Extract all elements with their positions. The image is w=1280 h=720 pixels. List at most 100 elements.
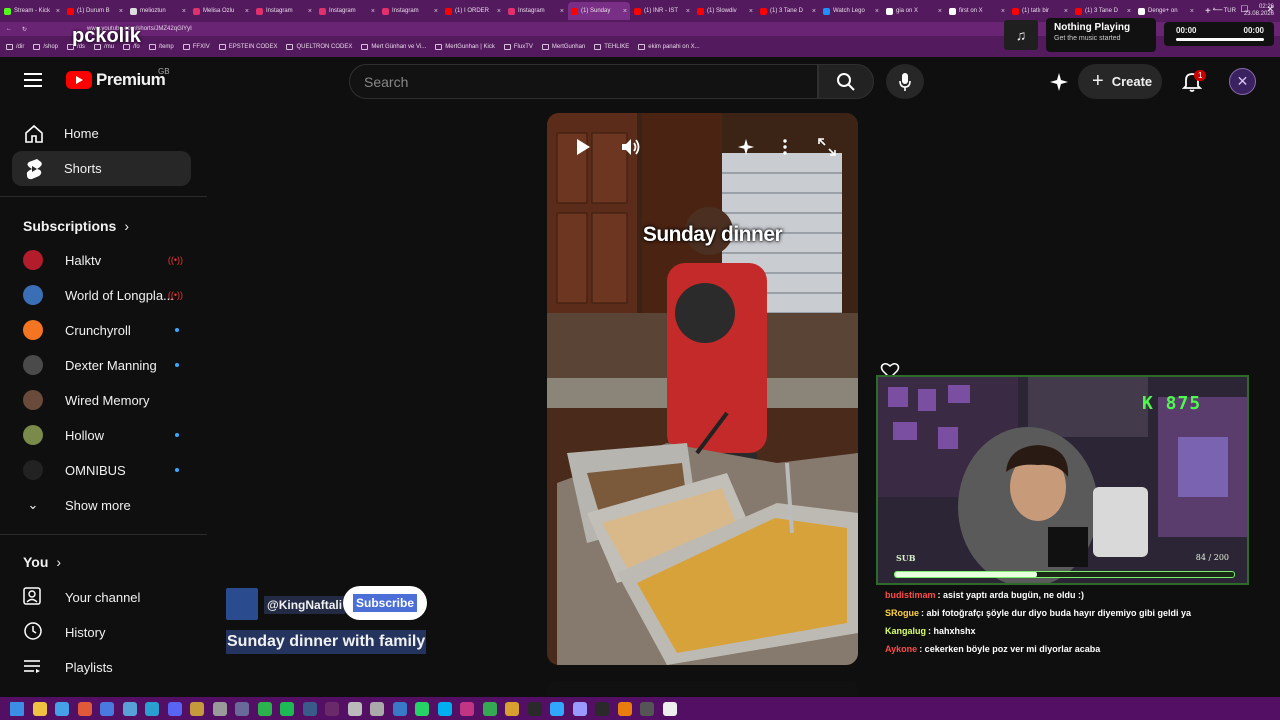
clock-app-icon[interactable] xyxy=(347,701,362,716)
bookmark-item[interactable]: FFXIV xyxy=(182,43,210,50)
browser-tab[interactable]: melioztun × xyxy=(127,2,189,20)
short-title[interactable]: Sunday dinner with family xyxy=(226,630,427,654)
tab-close-icon[interactable]: × xyxy=(119,8,123,15)
sparkle-button[interactable] xyxy=(734,135,758,159)
github-icon[interactable] xyxy=(662,701,677,716)
tab-close-icon[interactable]: × xyxy=(560,8,564,15)
browser-tab[interactable]: Stream - Kick × xyxy=(1,2,63,20)
ffxiv-icon[interactable] xyxy=(190,701,204,716)
account-avatar[interactable]: ✕ xyxy=(1229,68,1256,95)
tab-close-icon[interactable]: × xyxy=(182,8,186,15)
settings-icon[interactable] xyxy=(212,701,227,716)
browser-tab[interactable]: Instagram × xyxy=(253,2,315,20)
blender-icon[interactable] xyxy=(617,701,632,716)
spotify-icon[interactable] xyxy=(280,701,294,716)
tab-close-icon[interactable]: × xyxy=(623,8,627,15)
browser-tab[interactable]: (1) 3 Tane D × xyxy=(757,2,819,20)
bookmark-item[interactable]: EPSTEIN CODEX xyxy=(218,43,277,50)
browser-tab[interactable]: (1) Slowdiv × xyxy=(694,2,756,20)
stream-deck-icon[interactable] xyxy=(595,701,609,716)
paint-icon[interactable] xyxy=(77,701,92,716)
tab-close-icon[interactable]: × xyxy=(56,8,60,15)
sidebar-item-playlists[interactable]: Playlists xyxy=(23,652,193,682)
file-explorer-icon[interactable] xyxy=(32,701,47,716)
bookmark-item[interactable]: QUELTRON CODEX xyxy=(286,43,352,50)
bookmark-item[interactable]: ekim panahi on X... xyxy=(638,43,700,50)
tab-close-icon[interactable]: × xyxy=(875,8,879,15)
obs-icon[interactable] xyxy=(325,701,339,716)
tab-close-icon[interactable]: × xyxy=(812,8,816,15)
tab-close-icon[interactable]: × xyxy=(371,8,375,15)
subscription-item[interactable]: Wired Memory xyxy=(23,385,193,415)
instagram-icon[interactable] xyxy=(460,701,474,716)
windows-logo-icon[interactable] xyxy=(10,701,24,716)
play-button[interactable] xyxy=(571,135,595,159)
discord-icon[interactable] xyxy=(167,701,182,716)
hamburger-menu-icon[interactable] xyxy=(24,73,42,87)
you-heading[interactable]: You › xyxy=(23,554,61,570)
browser-tab[interactable]: (1) Sunday × xyxy=(568,2,630,20)
edge-icon[interactable] xyxy=(145,701,159,716)
bookmark-item[interactable]: FluxTV xyxy=(503,43,533,50)
tab-close-icon[interactable]: × xyxy=(497,8,501,15)
whatsapp-icon[interactable] xyxy=(415,701,429,716)
camera-icon[interactable] xyxy=(640,701,654,716)
browser-tab[interactable]: Instagram × xyxy=(316,2,378,20)
maps-icon[interactable] xyxy=(505,701,519,716)
browser-tab[interactable]: (1) INR - IST × xyxy=(631,2,693,20)
tab-close-icon[interactable]: × xyxy=(245,8,249,15)
subscriptions-heading[interactable]: Subscriptions › xyxy=(23,218,129,234)
audio-app-icon[interactable] xyxy=(370,701,384,716)
tab-close-icon[interactable]: × xyxy=(308,8,312,15)
browser-tab[interactable]: Instagram × xyxy=(505,2,567,20)
show-more-button[interactable]: ⌄ Show more xyxy=(23,490,193,520)
bookmark-item[interactable]: MertGunhan | Kick xyxy=(435,43,495,50)
tab-close-icon[interactable]: × xyxy=(749,8,753,15)
ai-sparkle-button[interactable] xyxy=(1044,68,1074,96)
browser-tab[interactable]: first on X × xyxy=(946,2,1008,20)
tray-language[interactable]: TUR xyxy=(1224,8,1236,14)
reload-icon[interactable]: ↻ xyxy=(22,26,27,33)
steam-icon[interactable] xyxy=(302,701,317,716)
browser-tab[interactable]: (1) Durum B × xyxy=(64,2,126,20)
bookmark-item[interactable]: /shop xyxy=(33,43,58,50)
channel-avatar[interactable] xyxy=(226,588,258,620)
system-clock[interactable]: 02:26 23.08.2026 xyxy=(1244,4,1274,18)
create-button[interactable]: + Create xyxy=(1078,64,1162,99)
sidebar-item-history[interactable]: History xyxy=(23,617,193,647)
premiere-icon[interactable] xyxy=(572,701,587,716)
store-icon[interactable] xyxy=(100,701,114,716)
subscription-item[interactable]: Halktv ((•)) xyxy=(23,245,193,275)
bookmark-item[interactable]: /dir xyxy=(6,43,24,50)
channel-name[interactable]: @KingNaftali xyxy=(264,596,346,614)
search-input[interactable]: Search xyxy=(349,64,818,99)
bookmark-item[interactable]: MertGunhan xyxy=(541,43,585,50)
tab-close-icon[interactable]: × xyxy=(434,8,438,15)
tray-up-chevron-icon[interactable]: ^ xyxy=(1213,8,1216,14)
photos-icon[interactable] xyxy=(55,701,69,716)
search-button[interactable] xyxy=(818,64,874,99)
subscription-item[interactable]: OMNIBUS xyxy=(23,455,193,485)
xbox-icon[interactable] xyxy=(257,701,272,716)
epic-games-icon[interactable] xyxy=(527,701,542,716)
chrome-icon[interactable] xyxy=(482,701,497,716)
steam-deck-icon[interactable] xyxy=(235,701,249,716)
sidebar-item-your-channel[interactable]: Your channel xyxy=(23,582,193,612)
subscription-item[interactable]: Crunchyroll xyxy=(23,315,193,345)
more-options-button[interactable] xyxy=(773,135,797,159)
shorts-video-player[interactable]: Sunday dinner xyxy=(547,113,858,665)
browser-tab[interactable]: Instagram × xyxy=(379,2,441,20)
next-short-preview[interactable] xyxy=(547,681,858,696)
notepad-icon[interactable] xyxy=(122,701,137,716)
sidebar-item-shorts[interactable]: Shorts xyxy=(12,151,191,186)
skype-icon[interactable] xyxy=(437,701,452,716)
tab-close-icon[interactable]: × xyxy=(686,8,690,15)
wordpad-icon[interactable] xyxy=(392,701,407,716)
browser-tab[interactable]: Melisa Ozlu × xyxy=(190,2,252,20)
volume-button[interactable] xyxy=(619,135,643,159)
bookmark-item[interactable]: /temp xyxy=(148,43,174,50)
bookmark-item[interactable]: Mert Günhan ve Vi... xyxy=(361,43,426,50)
tab-close-icon[interactable]: × xyxy=(938,8,942,15)
voice-search-button[interactable] xyxy=(886,64,924,99)
browser-tab[interactable]: Watch Lego × xyxy=(820,2,882,20)
